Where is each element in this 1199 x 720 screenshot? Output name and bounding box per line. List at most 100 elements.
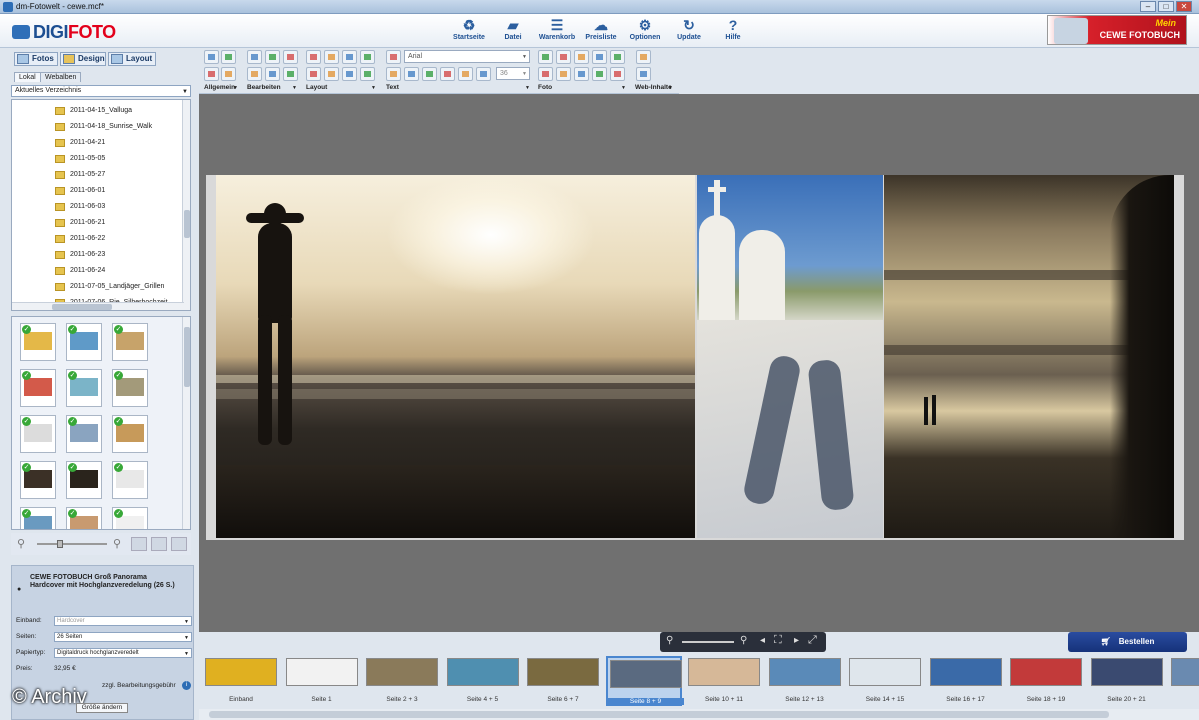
page-thumbnail[interactable]: Seite 12 + 13 bbox=[767, 656, 843, 706]
nav-hilfe[interactable]: ? Hilfe bbox=[711, 16, 755, 46]
nav-update[interactable]: ↻ Update bbox=[667, 16, 711, 46]
folder-tree-hscrollbar[interactable] bbox=[12, 302, 184, 310]
page-thumbnail[interactable]: Seite 6 + 7 bbox=[525, 656, 601, 706]
photo-thumbnail[interactable]: ✓ bbox=[20, 369, 56, 407]
einband-select[interactable]: Hardcover ▼ bbox=[54, 616, 192, 626]
papiertyp-select[interactable]: Digitaldruck hochglanzveredelt ▼ bbox=[54, 648, 192, 658]
page-thumbnail[interactable]: Seite 1 bbox=[284, 656, 360, 706]
toolbar-button[interactable] bbox=[574, 50, 589, 64]
toolbar-button[interactable] bbox=[440, 67, 455, 81]
canvas-zoom-slider[interactable] bbox=[682, 641, 734, 643]
toolbar-button[interactable] bbox=[306, 50, 321, 64]
info-icon[interactable]: i bbox=[182, 681, 191, 690]
photo-church-shadows[interactable] bbox=[697, 175, 883, 538]
photo-thumbnail[interactable]: ✓ bbox=[112, 507, 148, 529]
nav-datei[interactable]: ▰ Datei bbox=[491, 16, 535, 46]
page-thumbnail[interactable]: Seite 2 + 3 bbox=[364, 656, 440, 706]
filter-icon[interactable] bbox=[151, 537, 167, 551]
toolbar-button[interactable] bbox=[404, 67, 419, 81]
photo-thumbnail[interactable]: ✓ bbox=[66, 415, 102, 453]
photo-thumbnail[interactable]: ✓ bbox=[20, 415, 56, 453]
photo-thumbnail[interactable]: ✓ bbox=[66, 369, 102, 407]
toolbar-button[interactable] bbox=[636, 50, 651, 64]
folder-item[interactable]: 2011-04-15_Valluga bbox=[55, 103, 180, 119]
toolbar-button[interactable] bbox=[221, 67, 236, 81]
nav-warenkorb[interactable]: ☰ Warenkorb bbox=[535, 16, 579, 46]
toolbar-button[interactable] bbox=[458, 67, 473, 81]
zoom-in-icon[interactable]: ⚲ bbox=[740, 635, 747, 646]
toolbar-button[interactable] bbox=[342, 67, 357, 81]
nav-startseite[interactable]: ♻ Startseite bbox=[447, 16, 491, 46]
photo-thumbnail[interactable]: ✓ bbox=[112, 323, 148, 361]
page-thumbnail[interactable]: Seite 18 + 19 bbox=[1008, 656, 1084, 706]
photo-beach-silhouette[interactable] bbox=[216, 175, 695, 538]
toolbar-button[interactable] bbox=[204, 50, 219, 64]
folder-item[interactable]: 2011-06-23 bbox=[55, 247, 180, 263]
toolbar-button[interactable] bbox=[610, 67, 625, 81]
toolbar-button[interactable] bbox=[636, 67, 651, 81]
order-button[interactable]: 🛒︎ Bestellen bbox=[1068, 632, 1187, 652]
zoom-in-icon[interactable]: ⚲ bbox=[113, 537, 121, 550]
page-thumbnail[interactable]: Seite 20 + 21 bbox=[1089, 656, 1165, 706]
toolbar-button[interactable] bbox=[476, 67, 491, 81]
toolbar-button[interactable] bbox=[422, 67, 437, 81]
toolbar-button[interactable] bbox=[538, 50, 553, 64]
toolbar-button[interactable] bbox=[386, 50, 401, 64]
tab-layout[interactable]: Layout bbox=[108, 52, 156, 66]
photo-thumbnail[interactable]: ✓ bbox=[20, 507, 56, 529]
collapse-icon[interactable]: ● bbox=[17, 586, 21, 593]
maximize-button[interactable]: □ bbox=[1158, 1, 1174, 12]
page-strip-scrollbar[interactable] bbox=[199, 709, 1199, 720]
toolbar-button[interactable] bbox=[247, 50, 262, 64]
tab-fotos[interactable]: Fotos bbox=[14, 52, 58, 66]
folder-item[interactable]: 2011-05-05 bbox=[55, 151, 180, 167]
toolbar-button[interactable] bbox=[324, 50, 339, 64]
sort-icon[interactable] bbox=[131, 537, 147, 551]
toolbar-button[interactable] bbox=[324, 67, 339, 81]
thumbnail-size-slider[interactable] bbox=[37, 540, 107, 548]
page-thumbnail[interactable]: Seite 4 + 5 bbox=[445, 656, 521, 706]
canvas-zoom-control[interactable]: ⚲ ⚲ ◂ ⛶ ▸ ⤢ bbox=[660, 632, 826, 652]
toolbar-button[interactable] bbox=[204, 67, 219, 81]
page-thumbnail[interactable] bbox=[1169, 656, 1199, 706]
photo-thumbnail[interactable]: ✓ bbox=[20, 461, 56, 499]
nav-optionen[interactable]: ⚙ Optionen bbox=[623, 16, 667, 46]
folder-tree[interactable]: 2011-04-15_Valluga 2011-04-18_Sunrise_Wal… bbox=[11, 99, 191, 311]
directory-select[interactable]: Aktuelles Verzeichnis ▼ bbox=[11, 85, 191, 97]
toolbar-button[interactable] bbox=[592, 50, 607, 64]
toolbar-button[interactable] bbox=[283, 67, 298, 81]
resize-button[interactable]: Größe ändern bbox=[76, 703, 128, 713]
toolbar-button[interactable] bbox=[283, 50, 298, 64]
fullscreen-icon[interactable]: ⤢ bbox=[808, 634, 817, 647]
folder-item[interactable]: 2011-06-21 bbox=[55, 215, 180, 231]
seiten-select[interactable]: 26 Seiten ▼ bbox=[54, 632, 192, 642]
photo-thumbnail-grid[interactable]: ✓ ✓ ✓ ✓ ✓ ✓ ✓ ✓ ✓ ✓ ✓ ✓ ✓ ✓ ✓ bbox=[11, 316, 191, 530]
toolbar-button[interactable] bbox=[360, 50, 375, 64]
minimize-button[interactable]: – bbox=[1140, 1, 1156, 12]
photobook-spread[interactable] bbox=[206, 175, 1184, 540]
toolbar-button[interactable] bbox=[574, 67, 589, 81]
folder-item[interactable]: 2011-06-22 bbox=[55, 231, 180, 247]
page-thumbnail[interactable]: Seite 16 + 17 bbox=[928, 656, 1004, 706]
photo-thumbnail[interactable]: ✓ bbox=[112, 461, 148, 499]
toolbar-button[interactable] bbox=[265, 50, 280, 64]
folder-item[interactable]: 2011-06-24 bbox=[55, 263, 180, 279]
toolbar-button[interactable] bbox=[556, 50, 571, 64]
toolbar-button[interactable] bbox=[360, 67, 375, 81]
folder-tree-scrollbar[interactable] bbox=[182, 100, 190, 310]
cewe-fotobuch-banner[interactable]: Mein CEWE FOTOBUCH bbox=[1047, 15, 1187, 45]
page-thumbnail[interactable]: Seite 10 + 11 bbox=[686, 656, 762, 706]
photo-thumbnail[interactable]: ✓ bbox=[66, 461, 102, 499]
tab-lokal[interactable]: Lokal bbox=[14, 72, 41, 82]
page-thumbnail[interactable]: Einband bbox=[203, 656, 279, 706]
view-icon[interactable] bbox=[171, 537, 187, 551]
zoom-out-icon[interactable]: ⚲ bbox=[17, 537, 25, 550]
folder-item[interactable]: 2011-05-27 bbox=[55, 167, 180, 183]
close-button[interactable]: ✕ bbox=[1176, 1, 1192, 12]
folder-item[interactable]: 2011-07-05_Landjäger_Grillen bbox=[55, 279, 180, 295]
toolbar-button[interactable] bbox=[247, 67, 262, 81]
font-size-select[interactable]: 36 ▼ bbox=[496, 67, 530, 80]
toolbar-button[interactable] bbox=[538, 67, 553, 81]
tab-design[interactable]: Design bbox=[60, 52, 106, 66]
previous-page-icon[interactable]: ◂ bbox=[760, 635, 765, 646]
